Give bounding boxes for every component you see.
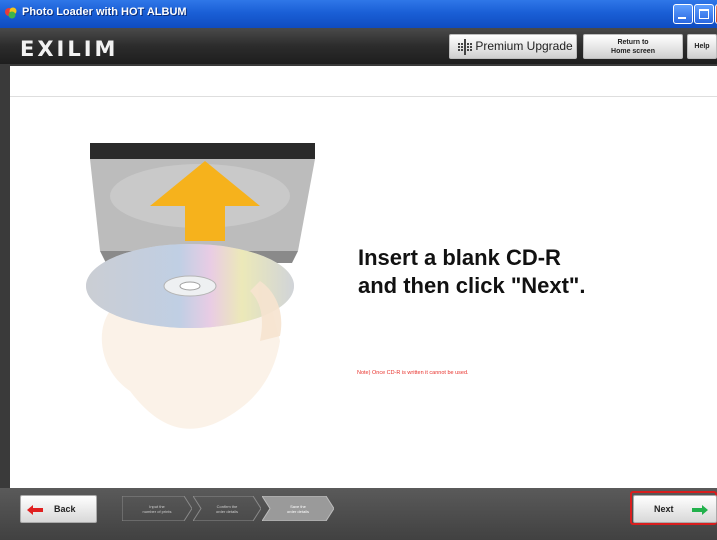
cd-write-note: Note) Once CD-R is written it cannot be … [357, 370, 469, 376]
main-panel: Insert a blank CD-R and then click "Next… [10, 66, 717, 488]
exilim-logo: EXILIM [20, 37, 119, 61]
back-label: Back [54, 504, 76, 514]
instruction-line1: Insert a blank CD-R [358, 245, 561, 270]
window-titlebar: Photo Loader with HOT ALBUM [0, 0, 717, 28]
app-icon [5, 7, 17, 19]
app-header: EXILIM Premium Upgrade Return to Home sc… [0, 28, 717, 64]
step1-line2: number of prints [142, 509, 172, 514]
premium-upgrade-button[interactable]: Premium Upgrade [449, 34, 577, 59]
step2-line2: order details [215, 509, 238, 514]
return-home-label-line1: Return to [617, 39, 649, 46]
step-save-order: Save the order details [262, 496, 334, 521]
insert-cd-illustration [86, 143, 315, 429]
step3-line2: order details [286, 509, 309, 514]
next-button[interactable]: Next [633, 495, 717, 523]
footer-bar: Back Input the number of prints Confirm … [0, 488, 717, 540]
return-home-label-line2: Home screen [611, 48, 655, 55]
step-input-prints: Input the number of prints [122, 496, 192, 521]
help-button[interactable]: Help [687, 34, 717, 59]
back-button[interactable]: Back [20, 495, 97, 523]
back-arrow-icon [27, 505, 43, 515]
minimize-icon[interactable] [673, 4, 693, 24]
divider [10, 96, 717, 97]
premium-upgrade-icon [458, 39, 472, 55]
premium-upgrade-label: Premium Upgrade [475, 39, 573, 53]
next-arrow-icon [692, 505, 708, 515]
instruction-headline: Insert a blank CD-R and then click "Next… [358, 244, 585, 300]
step-confirm-order: Confirm the order details [193, 496, 261, 521]
window-title: Photo Loader with HOT ALBUM [22, 6, 187, 18]
instruction-line2: and then click "Next". [358, 273, 586, 298]
next-label: Next [654, 504, 674, 514]
return-home-button[interactable]: Return to Home screen [583, 34, 683, 59]
maximize-icon[interactable] [694, 4, 714, 24]
